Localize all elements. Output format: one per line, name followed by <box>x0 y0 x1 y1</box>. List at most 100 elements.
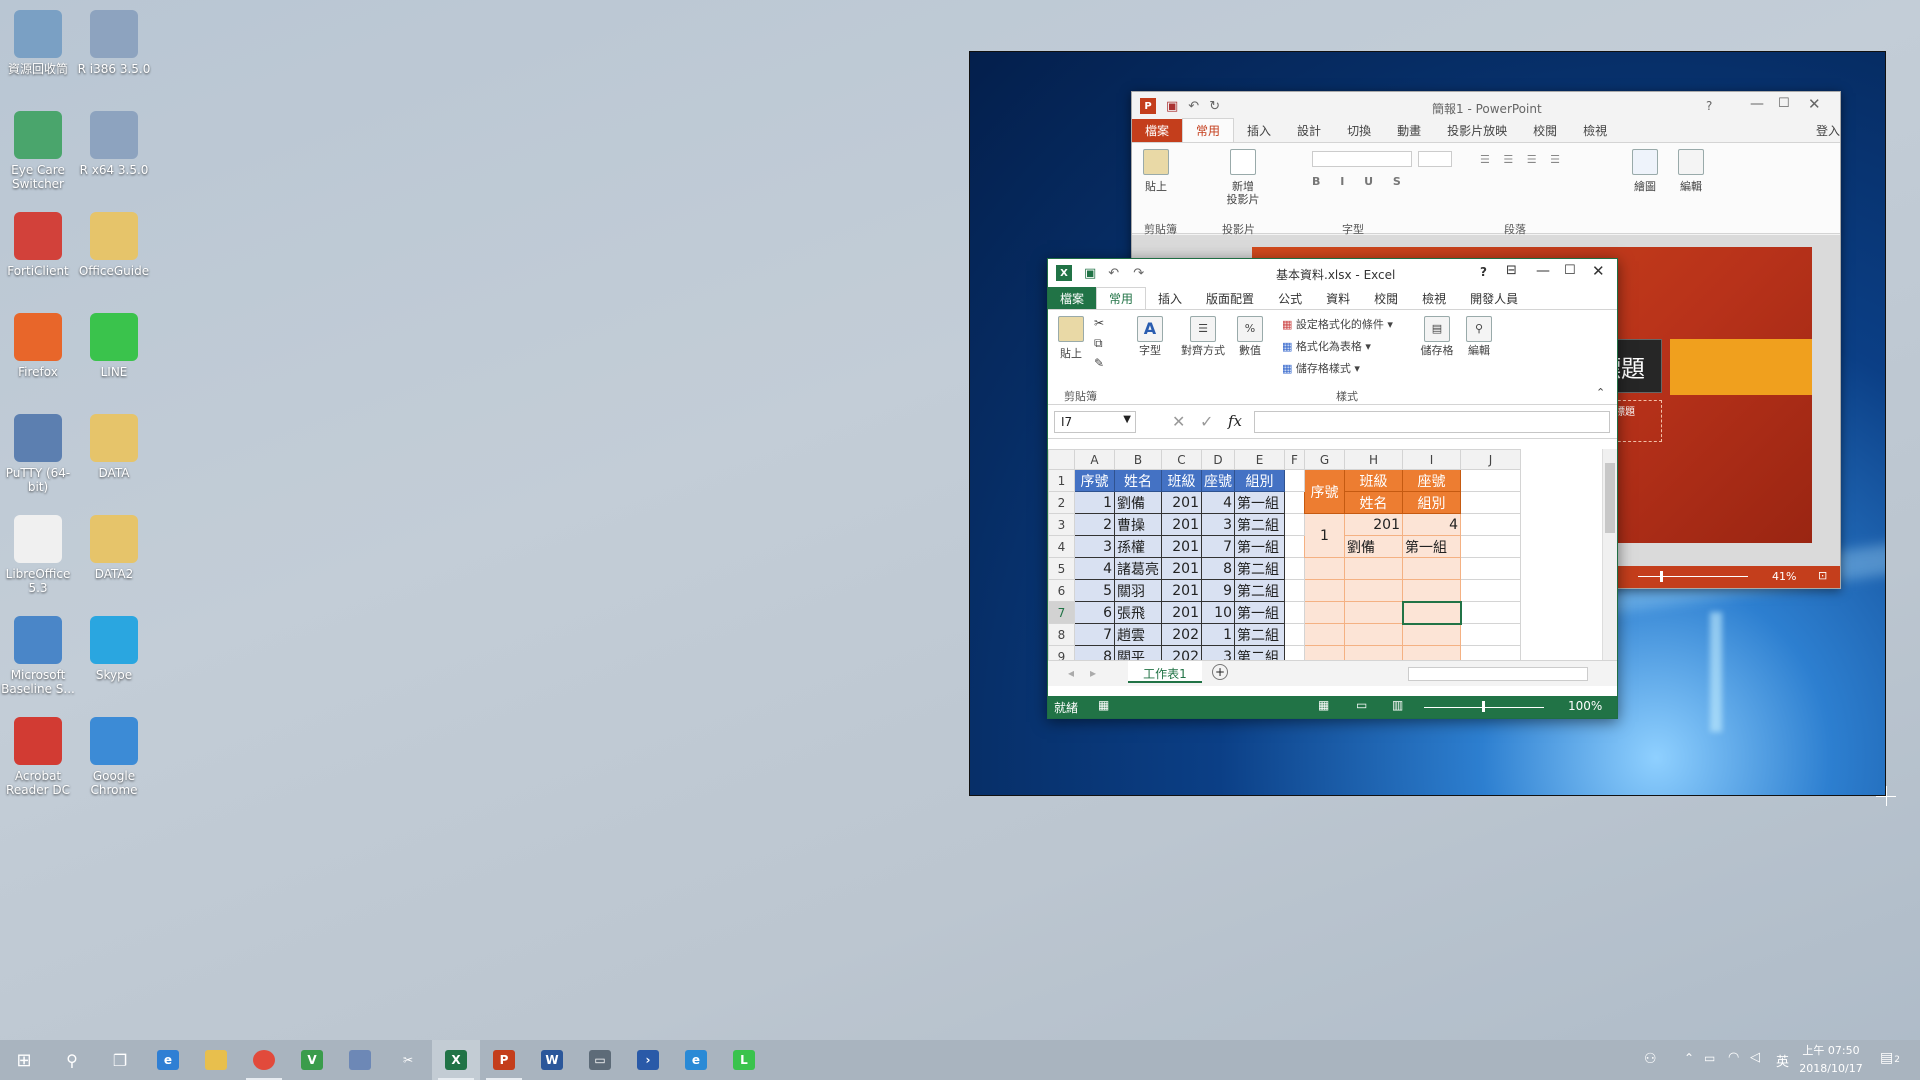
row-header[interactable]: 2 <box>1048 491 1075 514</box>
header-cell[interactable]: 組別 <box>1234 469 1285 492</box>
card-cell[interactable]: 1 <box>1304 513 1345 558</box>
line-taskbar-button[interactable]: L <box>720 1040 768 1080</box>
edge-button[interactable]: e <box>144 1040 192 1080</box>
xl-paste-button[interactable]: 貼上 <box>1056 316 1086 360</box>
row-header[interactable]: 7 <box>1048 601 1075 624</box>
xl-conditional-format-button[interactable]: ▦ 設定格式化的條件 ▾ <box>1282 316 1393 332</box>
card-cell[interactable] <box>1304 645 1345 660</box>
data-cell[interactable]: 201 <box>1161 491 1202 514</box>
sheet-next-icon[interactable]: ▸ <box>1090 666 1096 680</box>
xl-redo-icon[interactable]: ↷ <box>1133 266 1144 281</box>
ppt-size-box[interactable] <box>1418 151 1452 167</box>
cell[interactable] <box>1284 469 1305 492</box>
ppt-minimize-button[interactable]: — <box>1750 96 1764 112</box>
card-cell[interactable]: 4 <box>1402 513 1461 536</box>
file-explorer-button[interactable] <box>192 1040 240 1080</box>
data-cell[interactable]: 第二組 <box>1234 579 1285 602</box>
data-cell[interactable]: 劉備 <box>1114 491 1162 514</box>
card-cell[interactable]: 組別 <box>1402 491 1461 514</box>
cell[interactable] <box>1284 623 1305 646</box>
xl-tab-0[interactable]: 檔案 <box>1048 287 1097 309</box>
xl-tab-4[interactable]: 公式 <box>1266 287 1314 309</box>
page-break-icon[interactable]: ▥ <box>1392 698 1403 712</box>
data-cell[interactable]: 9 <box>1201 579 1235 602</box>
format-painter-icon[interactable]: ✎ <box>1094 356 1104 370</box>
desktop-icon-9[interactable]: DATA <box>76 414 152 480</box>
data-cell[interactable]: 諸葛亮 <box>1114 557 1162 580</box>
ppt-zoom-slider[interactable] <box>1638 576 1748 577</box>
data-cell[interactable]: 第二組 <box>1234 623 1285 646</box>
column-header[interactable]: G <box>1304 449 1345 470</box>
ppt-tab-0[interactable]: 檔案 <box>1132 119 1183 142</box>
normal-view-icon[interactable]: ▦ <box>1318 698 1329 712</box>
cell[interactable] <box>1284 535 1305 558</box>
ppt-close-button[interactable]: ✕ <box>1808 95 1821 113</box>
card-cell[interactable] <box>1304 557 1345 580</box>
cell[interactable] <box>1460 491 1521 514</box>
card-cell[interactable] <box>1344 645 1403 660</box>
zoom-thumb[interactable] <box>1482 701 1485 712</box>
row-header[interactable]: 1 <box>1048 469 1075 492</box>
page-layout-icon[interactable]: ▭ <box>1356 698 1367 712</box>
data-cell[interactable]: 趙雲 <box>1114 623 1162 646</box>
header-cell[interactable]: 座號 <box>1201 469 1235 492</box>
worksheet-grid[interactable]: A B C D E F G H I J 1 序號 姓名 班級 座號 組別 序號 班級 座號 2 1 劉備 201 4 第一組 姓名… <box>1048 449 1617 660</box>
column-header[interactable]: C <box>1161 449 1202 470</box>
data-cell[interactable]: 201 <box>1161 579 1202 602</box>
ppt-tab-5[interactable]: 動畫 <box>1384 119 1434 142</box>
xl-ribbon-display-button[interactable]: ⊟ <box>1506 263 1517 278</box>
data-cell[interactable]: 第一組 <box>1234 601 1285 624</box>
card-cell[interactable] <box>1344 601 1403 624</box>
xl-help-button[interactable]: ? <box>1480 265 1487 279</box>
putty-button[interactable] <box>336 1040 384 1080</box>
card-cell[interactable] <box>1344 557 1403 580</box>
xl-font-button[interactable]: A 字型 <box>1134 316 1166 357</box>
app-window-button[interactable]: ▭ <box>576 1040 624 1080</box>
cancel-formula-icon[interactable]: ✕ <box>1172 412 1185 431</box>
data-cell[interactable]: 第二組 <box>1234 513 1285 536</box>
macro-record-icon[interactable]: ▦ <box>1098 698 1109 712</box>
data-cell[interactable]: 4 <box>1074 557 1115 580</box>
ppt-tab-7[interactable]: 校閱 <box>1520 119 1570 142</box>
xl-editing-button[interactable]: ⚲ 編輯 <box>1462 316 1496 357</box>
data-cell[interactable]: 201 <box>1161 535 1202 558</box>
row-header[interactable]: 5 <box>1048 557 1075 580</box>
cut-icon[interactable]: ✂ <box>1094 316 1104 330</box>
data-cell[interactable]: 7 <box>1074 623 1115 646</box>
data-cell[interactable]: 曹操 <box>1114 513 1162 536</box>
ppt-zoom-thumb[interactable] <box>1660 571 1663 582</box>
xl-undo-icon[interactable]: ↶ <box>1108 266 1119 281</box>
card-cell[interactable]: 序號 <box>1304 469 1345 514</box>
data-cell[interactable]: 7 <box>1201 535 1235 558</box>
data-cell[interactable]: 10 <box>1201 601 1235 624</box>
header-cell[interactable]: 班級 <box>1161 469 1202 492</box>
ppt-redo-icon[interactable]: ↻ <box>1209 99 1220 114</box>
cell[interactable] <box>1460 623 1521 646</box>
ppt-fit-icon[interactable]: ⊡ <box>1818 569 1827 582</box>
formula-input[interactable] <box>1254 411 1610 433</box>
card-cell[interactable] <box>1344 623 1403 646</box>
volume-icon[interactable]: ◁ <box>1750 1050 1760 1065</box>
cell[interactable] <box>1460 601 1521 624</box>
tray-chevron-icon[interactable]: ⌃ <box>1684 1051 1694 1065</box>
desktop-icon-5[interactable]: OfficeGuide <box>76 212 152 278</box>
data-cell[interactable]: 第一組 <box>1234 491 1285 514</box>
card-cell[interactable] <box>1304 601 1345 624</box>
card-cell[interactable] <box>1304 623 1345 646</box>
cell[interactable] <box>1460 469 1521 492</box>
data-cell[interactable]: 3 <box>1201 645 1235 660</box>
data-cell[interactable]: 8 <box>1074 645 1115 660</box>
xl-tab-8[interactable]: 開發人員 <box>1458 287 1530 309</box>
name-box[interactable]: I7 ▼ <box>1054 411 1136 433</box>
xl-tab-7[interactable]: 檢視 <box>1410 287 1458 309</box>
data-cell[interactable]: 202 <box>1161 645 1202 660</box>
clock[interactable]: 上午 07:50 2018/10/17 <box>1798 1042 1864 1078</box>
data-cell[interactable]: 5 <box>1074 579 1115 602</box>
cell[interactable] <box>1460 579 1521 602</box>
ppt-maximize-button[interactable]: ☐ <box>1778 96 1790 111</box>
add-sheet-icon[interactable]: + <box>1212 664 1228 680</box>
row-header[interactable]: 9 <box>1048 645 1075 660</box>
xl-tab-1[interactable]: 常用 <box>1096 287 1147 309</box>
header-cell[interactable]: 序號 <box>1074 469 1115 492</box>
excel-window[interactable]: X ▣ ↶ ↷ 基本資料.xlsx - Excel ? ⊟ — ☐ ✕ 檔案 常用… <box>1047 258 1618 719</box>
